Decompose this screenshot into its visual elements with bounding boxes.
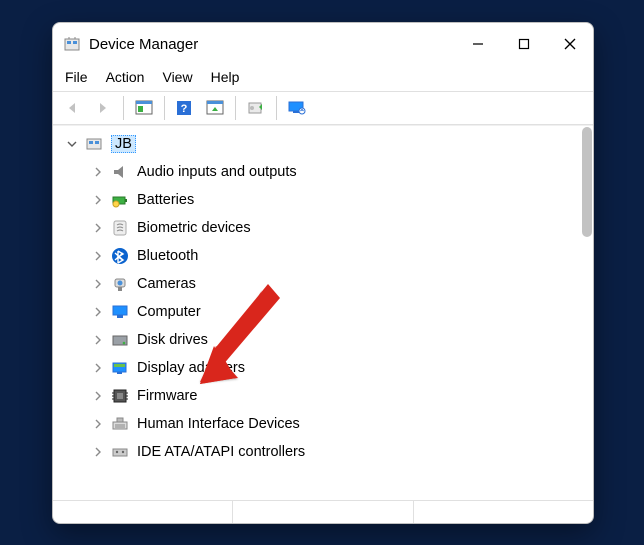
- tree-node-label[interactable]: Cameras: [137, 276, 196, 292]
- tree-node-label[interactable]: Biometric devices: [137, 220, 251, 236]
- tree-node-label[interactable]: Batteries: [137, 192, 194, 208]
- fingerprint-icon: [109, 217, 131, 239]
- camera-icon: [109, 273, 131, 295]
- back-button[interactable]: [59, 95, 87, 121]
- menu-view[interactable]: View: [162, 69, 192, 85]
- chevron-right-icon[interactable]: [91, 305, 105, 319]
- help-toolbar-button[interactable]: ?: [171, 95, 199, 121]
- chevron-right-icon[interactable]: [91, 445, 105, 459]
- add-driver-button[interactable]: [242, 95, 270, 121]
- tree-node-label[interactable]: Audio inputs and outputs: [137, 164, 297, 180]
- tree-root-label[interactable]: JB: [111, 135, 136, 153]
- controller-icon: [109, 441, 131, 463]
- titlebar: Device Manager: [53, 23, 593, 65]
- show-hide-tree-button[interactable]: [130, 95, 158, 121]
- forward-button[interactable]: [89, 95, 117, 121]
- tree-node-disk-drives[interactable]: Disk drives: [61, 326, 577, 354]
- window-title: Device Manager: [89, 36, 455, 53]
- chevron-right-icon[interactable]: [91, 249, 105, 263]
- remote-computer-button[interactable]: [283, 95, 311, 121]
- tree-node-display-adapters[interactable]: Display adapters: [61, 354, 577, 382]
- tree-node-label[interactable]: Computer: [137, 304, 201, 320]
- tree-wrapper: JB Audio inputs and outputs Batteries Biom…: [53, 125, 593, 500]
- tree-node-biometric-devices[interactable]: Biometric devices: [61, 214, 577, 242]
- status-panel: [233, 501, 413, 523]
- svg-text:?: ?: [181, 103, 188, 115]
- tree-node-bluetooth[interactable]: Bluetooth: [61, 242, 577, 270]
- chevron-right-icon[interactable]: [91, 221, 105, 235]
- toolbar: ?: [53, 91, 593, 125]
- chevron-right-icon[interactable]: [91, 333, 105, 347]
- tree-node-audio-inputs-and-outputs[interactable]: Audio inputs and outputs: [61, 158, 577, 186]
- hid-icon: [109, 413, 131, 435]
- tree-node-computer[interactable]: Computer: [61, 298, 577, 326]
- statusbar: [53, 500, 593, 523]
- status-panel: [53, 501, 233, 523]
- tree-node-label[interactable]: Human Interface Devices: [137, 416, 300, 432]
- tree-node-label[interactable]: IDE ATA/ATAPI controllers: [137, 444, 305, 460]
- tree-node-human-interface-devices[interactable]: Human Interface Devices: [61, 410, 577, 438]
- computer-root-icon: [83, 133, 105, 155]
- tree-node-label[interactable]: Display adapters: [137, 360, 245, 376]
- menu-file[interactable]: File: [65, 69, 88, 85]
- maximize-button[interactable]: [501, 29, 547, 59]
- toolbar-separator: [123, 96, 124, 120]
- toolbar-separator: [164, 96, 165, 120]
- toolbar-separator: [276, 96, 277, 120]
- display-adapter-icon: [109, 357, 131, 379]
- chevron-right-icon[interactable]: [91, 277, 105, 291]
- menubar: File Action View Help: [53, 65, 593, 91]
- status-panel: [414, 501, 593, 523]
- device-manager-app-icon: [63, 35, 81, 53]
- menu-help[interactable]: Help: [211, 69, 240, 85]
- device-tree[interactable]: JB Audio inputs and outputs Batteries Biom…: [61, 130, 577, 500]
- tree-children: Audio inputs and outputs Batteries Biometr…: [61, 158, 577, 466]
- chevron-right-icon[interactable]: [91, 417, 105, 431]
- vertical-scrollbar[interactable]: [582, 127, 592, 237]
- speaker-icon: [109, 161, 131, 183]
- tree-node-cameras[interactable]: Cameras: [61, 270, 577, 298]
- tree-node-firmware[interactable]: Firmware: [61, 382, 577, 410]
- chevron-right-icon[interactable]: [91, 165, 105, 179]
- chevron-right-icon[interactable]: [91, 389, 105, 403]
- tree-node-label[interactable]: Bluetooth: [137, 248, 198, 264]
- close-button[interactable]: [547, 29, 593, 59]
- scan-hardware-button[interactable]: [201, 95, 229, 121]
- drive-icon: [109, 329, 131, 351]
- tree-node-label[interactable]: Firmware: [137, 388, 197, 404]
- battery-icon: [109, 189, 131, 211]
- tree-node-ide-ata-atapi-controllers[interactable]: IDE ATA/ATAPI controllers: [61, 438, 577, 466]
- tree-node-batteries[interactable]: Batteries: [61, 186, 577, 214]
- tree-node-label[interactable]: Disk drives: [137, 332, 208, 348]
- firmware-chip-icon: [109, 385, 131, 407]
- menu-action[interactable]: Action: [106, 69, 145, 85]
- minimize-button[interactable]: [455, 29, 501, 59]
- bluetooth-icon: [109, 245, 131, 267]
- chevron-down-icon[interactable]: [65, 137, 79, 151]
- chevron-right-icon[interactable]: [91, 193, 105, 207]
- device-manager-window: Device Manager File Action View Help: [52, 22, 594, 524]
- tree-root[interactable]: JB: [61, 130, 577, 158]
- chevron-right-icon[interactable]: [91, 361, 105, 375]
- monitor-icon: [109, 301, 131, 323]
- toolbar-separator: [235, 96, 236, 120]
